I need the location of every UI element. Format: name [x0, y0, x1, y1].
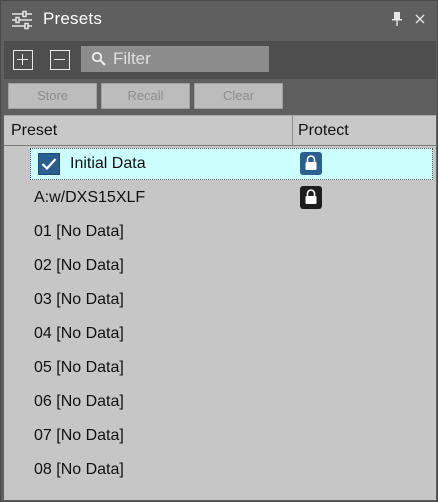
- table-row[interactable]: 01 [No Data]: [4, 215, 436, 249]
- close-icon[interactable]: [414, 13, 426, 25]
- table-row[interactable]: 04 [No Data]: [4, 317, 436, 351]
- clear-button[interactable]: Clear: [194, 83, 283, 109]
- column-header-preset[interactable]: Preset: [11, 122, 57, 140]
- title-bar[interactable]: Presets: [1, 1, 437, 39]
- preset-name: 05 [No Data]: [34, 359, 124, 376]
- preset-name: 02 [No Data]: [34, 257, 124, 274]
- table-row[interactable]: 03 [No Data]: [4, 283, 436, 317]
- minus-box-icon: [54, 58, 65, 60]
- preset-name: 01 [No Data]: [34, 223, 124, 240]
- table-header: Preset Protect: [4, 115, 436, 146]
- checkmark-icon: [41, 158, 57, 171]
- window-title: Presets: [43, 9, 103, 28]
- table-row[interactable]: 06 [No Data]: [4, 385, 436, 419]
- preset-name: A:w/DXS15XLF: [34, 189, 146, 206]
- presets-window: Presets Store Recall Clear: [0, 0, 438, 502]
- column-header-protect[interactable]: Protect: [298, 122, 349, 140]
- table-row[interactable]: 02 [No Data]: [4, 249, 436, 283]
- toolbar: [4, 41, 436, 79]
- remove-preset-button[interactable]: [50, 50, 70, 70]
- preset-name: 04 [No Data]: [34, 325, 124, 342]
- lock-icon[interactable]: [300, 186, 322, 209]
- preset-name: Initial Data: [70, 155, 146, 172]
- store-button[interactable]: Store: [8, 83, 97, 109]
- action-buttons: Store Recall Clear: [4, 79, 436, 115]
- pin-icon[interactable]: [390, 11, 404, 27]
- checkbox-checked[interactable]: [38, 153, 60, 175]
- table-row[interactable]: 07 [No Data]: [4, 419, 436, 453]
- preset-name: 06 [No Data]: [34, 393, 124, 410]
- table-row[interactable]: A:w/DXS15XLF: [4, 181, 436, 215]
- preset-name: 07 [No Data]: [34, 427, 124, 444]
- table-row[interactable]: 05 [No Data]: [4, 351, 436, 385]
- filter-field[interactable]: [81, 46, 269, 72]
- sliders-icon: [12, 10, 32, 30]
- preset-name: 08 [No Data]: [34, 461, 124, 478]
- table-row[interactable]: 08 [No Data]: [4, 453, 436, 487]
- table-row[interactable]: Initial Data: [4, 147, 436, 181]
- recall-button[interactable]: Recall: [101, 83, 190, 109]
- preset-table: Preset Protect Initial Data A:w/DXS15XLF: [4, 115, 436, 500]
- search-icon: [91, 51, 106, 66]
- column-divider[interactable]: [292, 116, 293, 146]
- preset-name: 03 [No Data]: [34, 291, 124, 308]
- add-preset-button[interactable]: [13, 50, 33, 70]
- filter-input[interactable]: [113, 48, 263, 70]
- lock-icon[interactable]: [300, 152, 322, 175]
